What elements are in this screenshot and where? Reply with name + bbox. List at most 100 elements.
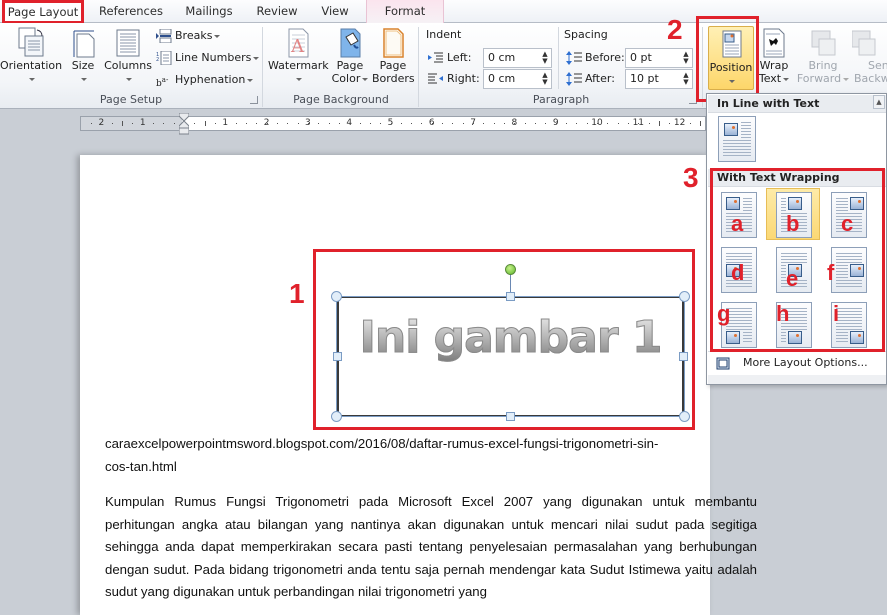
text-line <box>741 137 751 138</box>
resize-handle-left[interactable] <box>333 352 342 361</box>
inline-with-text-option[interactable] <box>718 116 756 162</box>
line-numbers-icon: 12 <box>156 50 172 66</box>
page-color-icon <box>334 25 366 59</box>
indent-marker-handle[interactable] <box>178 112 190 135</box>
ruler-tick <box>276 123 278 124</box>
breaks-icon <box>156 28 172 44</box>
send-backward-button[interactable]: Send Backward <box>851 25 887 85</box>
tab-view[interactable]: View <box>312 2 358 23</box>
horizontal-ruler[interactable]: 21123456789101112 <box>80 116 706 131</box>
resize-handle-bottom-right[interactable] <box>679 411 690 422</box>
ruler-number: 1 <box>222 118 229 128</box>
text-line <box>723 155 751 156</box>
ruler-tick <box>245 123 247 124</box>
annotation-letter-c: c <box>841 211 854 236</box>
page-color-button[interactable]: Page Color <box>330 25 370 85</box>
chevron-down-icon <box>296 77 302 81</box>
ruler-tick <box>328 123 330 124</box>
spin-arrows-icon[interactable]: ▲ ▼ <box>682 72 690 86</box>
watermark-icon: A <box>282 25 314 59</box>
more-layout-options-item[interactable]: More Layout Options... <box>708 352 886 374</box>
resize-handle-top-left[interactable] <box>331 291 342 302</box>
indent-right-label: Right: <box>447 72 480 85</box>
tab-review[interactable]: Review <box>252 2 302 23</box>
breaks-label: Breaks <box>175 29 213 42</box>
tab-references[interactable]: References <box>92 2 170 23</box>
text-line <box>741 125 751 126</box>
resize-handle-bottom-left[interactable] <box>331 411 342 422</box>
hyphenation-label: Hyphenation <box>175 73 246 86</box>
columns-button[interactable]: Columns <box>104 25 152 85</box>
spacing-after-input[interactable]: 10 pt ▲ ▼ <box>625 69 693 89</box>
ruler-tick <box>700 121 702 126</box>
watermark-button[interactable]: A Watermark <box>268 25 329 85</box>
chevron-down-icon <box>126 77 132 81</box>
ruler-tick <box>617 123 619 124</box>
spin-arrows-icon[interactable]: ▲ ▼ <box>682 51 690 65</box>
scroll-up-button[interactable]: ▲ <box>873 95 885 109</box>
annotation-letter-d: d <box>731 260 745 285</box>
page-setup-dialog-launcher[interactable] <box>250 96 258 104</box>
ruler-tick <box>214 123 216 124</box>
picture-icon <box>724 123 738 136</box>
group-label-paragraph: Paragraph <box>532 93 590 106</box>
resize-handle-right[interactable] <box>679 352 688 361</box>
chevron-down-icon <box>81 77 87 81</box>
text-line <box>741 131 751 132</box>
bring-forward-label-2: Forward <box>796 72 842 85</box>
indent-left-input[interactable]: 0 cm ▲ ▼ <box>483 48 552 68</box>
indent-right-input[interactable]: 0 cm ▲ ▼ <box>483 69 552 89</box>
ruler-tick <box>411 123 413 124</box>
url-line-2: cos-tan.html <box>105 458 177 474</box>
size-button[interactable]: Size <box>66 25 100 85</box>
menu-footer <box>708 375 886 384</box>
wrap-text-button[interactable]: Wrap Text <box>756 25 792 85</box>
spacing-before-input[interactable]: 0 pt ▲ ▼ <box>625 48 693 68</box>
resize-handle-top-right[interactable] <box>679 291 690 302</box>
send-backward-icon <box>851 25 884 59</box>
breaks-button[interactable]: Breaks <box>156 26 221 46</box>
spacing-before-icon <box>566 51 582 65</box>
annotation-letter-b: b <box>786 211 800 236</box>
image-text: Ini gambar 1 <box>337 312 684 364</box>
tab-mailings[interactable]: Mailings <box>178 2 240 23</box>
ruler-tick <box>658 121 660 126</box>
ruler-tick <box>431 123 433 124</box>
annotation-box-tab <box>2 0 84 24</box>
ruler-tick <box>359 123 361 124</box>
hyphenation-button[interactable]: ba- Hyphenation <box>156 70 254 90</box>
spacing-heading: Spacing <box>564 28 608 41</box>
annotation-letter-i: i <box>833 301 840 326</box>
spin-arrows-icon[interactable]: ▲ ▼ <box>541 72 549 86</box>
indent-left-label: Left: <box>447 51 472 64</box>
chevron-down-icon <box>29 77 35 81</box>
ruler-number: 1 <box>139 118 146 128</box>
columns-icon <box>112 25 144 59</box>
chevron-down-icon <box>253 56 260 60</box>
ruler-tick <box>524 123 526 124</box>
line-numbers-button[interactable]: 1 2 Line Numbers <box>156 48 260 68</box>
ruler-tick <box>576 123 578 124</box>
orientation-label: Orientation <box>0 59 63 72</box>
ruler-number: 12 <box>673 118 686 128</box>
chevron-down-icon <box>362 77 369 81</box>
chevron-down-icon <box>214 34 221 38</box>
layout-options-icon <box>716 356 730 370</box>
bring-forward-button[interactable]: Bring Forward <box>796 25 850 85</box>
ruler-tick <box>462 123 464 124</box>
send-backward-label-1: Send <box>868 59 887 72</box>
group-separator <box>262 27 263 107</box>
spin-arrows-icon[interactable]: ▲ ▼ <box>541 51 549 65</box>
rotation-handle[interactable] <box>505 264 516 275</box>
resize-handle-top[interactable] <box>506 292 515 301</box>
bring-forward-label-1: Bring <box>808 59 838 72</box>
ruler-tick <box>638 123 640 124</box>
wrap-text-label-2: Text <box>758 72 782 85</box>
ruler-tick <box>689 123 691 124</box>
ruler-number: 2 <box>98 118 105 128</box>
resize-handle-bottom[interactable] <box>506 412 515 421</box>
orientation-button[interactable]: Orientation <box>0 25 62 85</box>
page-borders-button[interactable]: Page Borders <box>372 25 415 85</box>
tab-format[interactable]: Format <box>366 0 444 23</box>
ruler-tick <box>627 123 629 124</box>
